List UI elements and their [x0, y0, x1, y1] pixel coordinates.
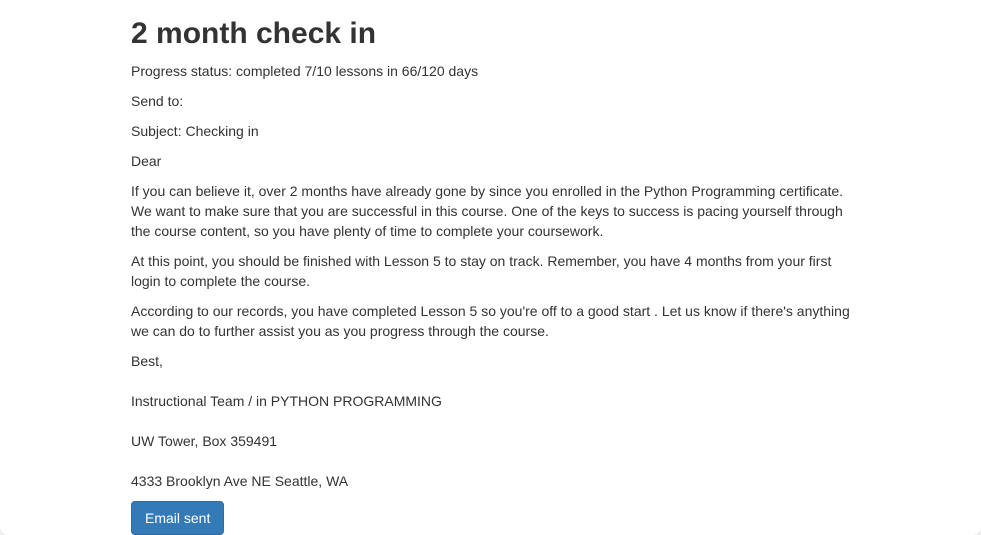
- progress-status: Progress status: completed 7/10 lessons …: [131, 63, 479, 79]
- signoff: Best,: [131, 353, 163, 369]
- body-paragraph-3: According to our records, you have compl…: [131, 303, 850, 339]
- signature-team: Instructional Team / in PYTHON PROGRAMMI…: [131, 393, 442, 409]
- send-to-label: Send to:: [131, 93, 184, 109]
- email-card: 2 month check in Progress status: comple…: [0, 0, 981, 535]
- subject-line: Subject: Checking in: [131, 123, 259, 139]
- page-title: 2 month check in: [131, 17, 377, 50]
- body-paragraph-1: If you can believe it, over 2 months hav…: [131, 183, 844, 239]
- greeting: Dear: [131, 153, 162, 169]
- email-sent-button[interactable]: Email sent: [131, 501, 225, 535]
- body-paragraph-2: At this point, you should be finished wi…: [131, 253, 832, 289]
- signature-address-1: UW Tower, Box 359491: [131, 433, 278, 449]
- signature-address-2: 4333 Brooklyn Ave NE Seattle, WA: [131, 473, 349, 489]
